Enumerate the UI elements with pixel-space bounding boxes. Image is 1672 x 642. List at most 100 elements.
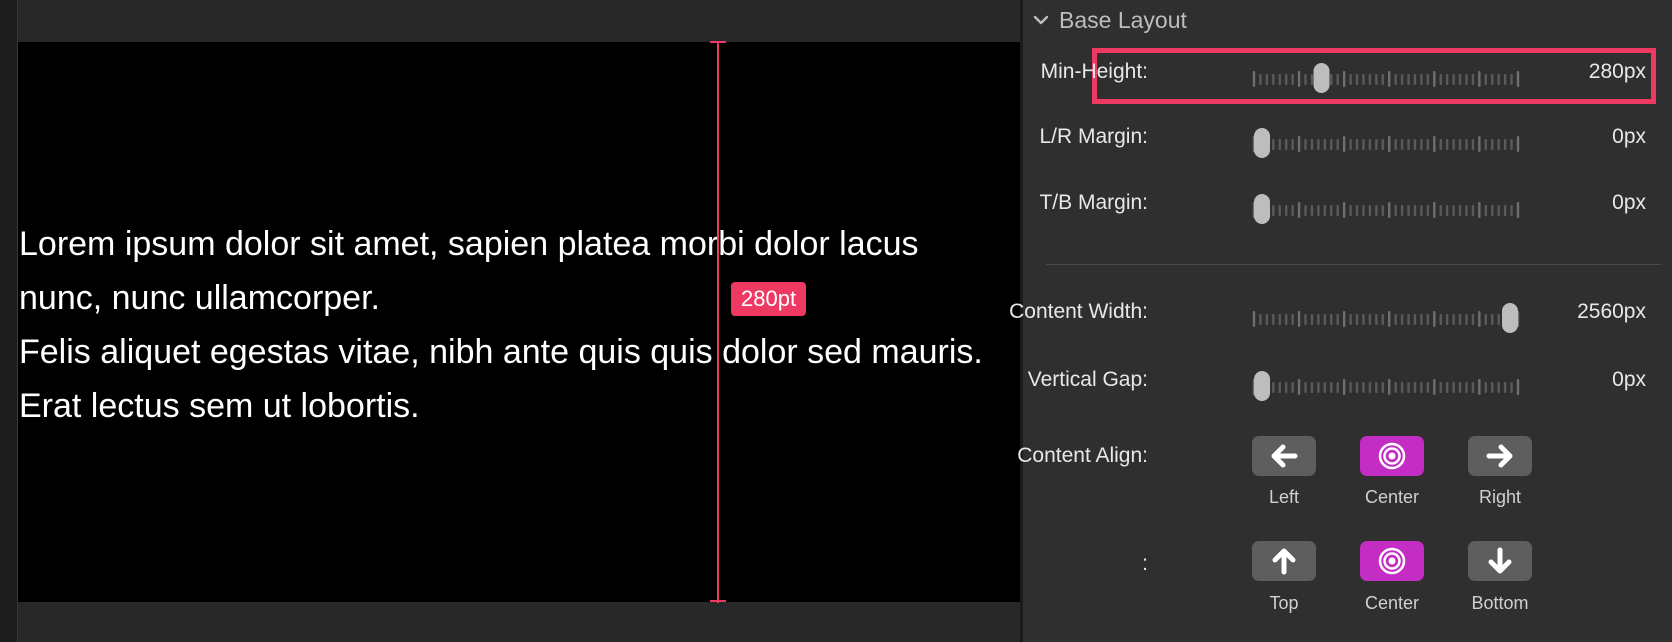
slider-tick [1503,205,1507,216]
slider-tick [1420,139,1423,150]
slider-tick [1413,314,1417,325]
slider-thumb[interactable] [1313,63,1330,93]
slider-tick [1394,74,1397,85]
slider-tick [1433,136,1436,152]
slider-tick [1458,74,1462,85]
min-height-slider[interactable] [1250,63,1522,93]
slider-tick [1426,205,1430,216]
slider-tick [1381,139,1384,150]
slider-track [1252,371,1520,401]
slider-tick [1445,205,1449,216]
slider-tick [1439,205,1442,216]
slider-tick [1291,382,1294,393]
align-bottom-button[interactable] [1468,541,1532,581]
slider-thumb[interactable] [1254,371,1270,401]
slider-tick [1349,314,1352,325]
align-left-button[interactable] [1252,436,1316,476]
slider-tick [1388,311,1391,327]
align-middle-button[interactable] [1360,541,1424,581]
align-top-caption: Top [1269,593,1299,613]
slider-tick [1310,205,1314,216]
slider-tick [1484,205,1488,216]
slider-tick [1478,136,1481,152]
slider-tick [1336,74,1339,85]
slider-tick [1491,314,1494,325]
slider-tick [1310,139,1314,150]
slider-tick [1484,74,1488,85]
slider-tick [1516,71,1520,87]
slider-tick [1336,139,1339,150]
slider-tick [1465,205,1468,216]
tb-margin-slider[interactable] [1250,194,1522,224]
vertical-gap-slider[interactable] [1250,371,1522,401]
vertical-align-label: : [1142,552,1148,575]
slider-tick [1452,205,1455,216]
slider-tick [1452,139,1455,150]
align-top-button[interactable] [1252,541,1316,581]
slider-tick [1330,205,1333,216]
slider-tick [1458,205,1462,216]
slider-tick [1497,314,1500,325]
slider-tick [1272,74,1275,85]
slider-tick [1445,382,1449,393]
target-icon [1378,547,1406,575]
slider-tick [1497,139,1500,150]
slider-tick [1323,314,1327,325]
slider-tick [1252,71,1256,87]
preview-paragraph: Lorem ipsum dolor sit amet, sapien plate… [19,225,919,317]
slider-tick [1413,139,1417,150]
slider-tick [1323,205,1327,216]
lr-margin-slider[interactable] [1250,128,1522,158]
slider-track [1252,63,1520,93]
slider-tick [1375,205,1378,216]
slider-tick [1413,74,1417,85]
slider-tick [1259,314,1262,325]
slider-tick [1433,71,1436,87]
slider-tick [1516,202,1520,218]
slider-tick [1349,382,1352,393]
slider-tick [1503,139,1507,150]
slider-tick [1497,382,1500,393]
slider-tick [1355,314,1359,325]
slider-tick [1330,314,1333,325]
slider-tick [1323,382,1327,393]
slider-tick [1310,382,1314,393]
align-center-caption: Center [1364,487,1420,507]
slider-tick [1426,74,1430,85]
slider-tick [1394,139,1397,150]
align-center-button[interactable] [1360,436,1424,476]
slider-tick [1342,379,1346,395]
slider-tick [1297,136,1301,152]
slider-thumb[interactable] [1502,303,1518,333]
slider-tick [1355,74,1359,85]
slider-tick [1426,139,1430,150]
slider-tick [1478,379,1481,395]
slider-tick [1426,314,1430,325]
height-guide-label: 280pt [731,282,807,316]
slider-tick [1510,382,1513,393]
slider-tick [1400,205,1404,216]
slider-tick [1516,136,1520,152]
slider-tick [1465,74,1468,85]
slider-tick [1420,382,1423,393]
slider-tick [1342,71,1346,87]
slider-tick [1458,139,1462,150]
slider-tick [1362,314,1365,325]
slider-tick [1458,314,1462,325]
slider-tick [1433,311,1436,327]
slider-thumb[interactable] [1254,128,1270,158]
align-left-caption: Left [1268,487,1300,507]
slider-tick [1362,139,1365,150]
slider-tick [1304,314,1307,325]
lr-margin-label: L/R Margin: [1039,125,1148,148]
section-header-base-layout[interactable]: Base Layout [1033,6,1187,34]
slider-thumb[interactable] [1254,194,1270,224]
slider-tick [1407,314,1410,325]
chevron-down-icon [1033,15,1049,25]
slider-tick [1342,311,1346,327]
slider-tick [1355,382,1359,393]
slider-tick [1362,205,1365,216]
align-right-button[interactable] [1468,436,1532,476]
content-width-slider[interactable] [1250,303,1522,333]
content-width-value: 2560px [1577,300,1646,323]
